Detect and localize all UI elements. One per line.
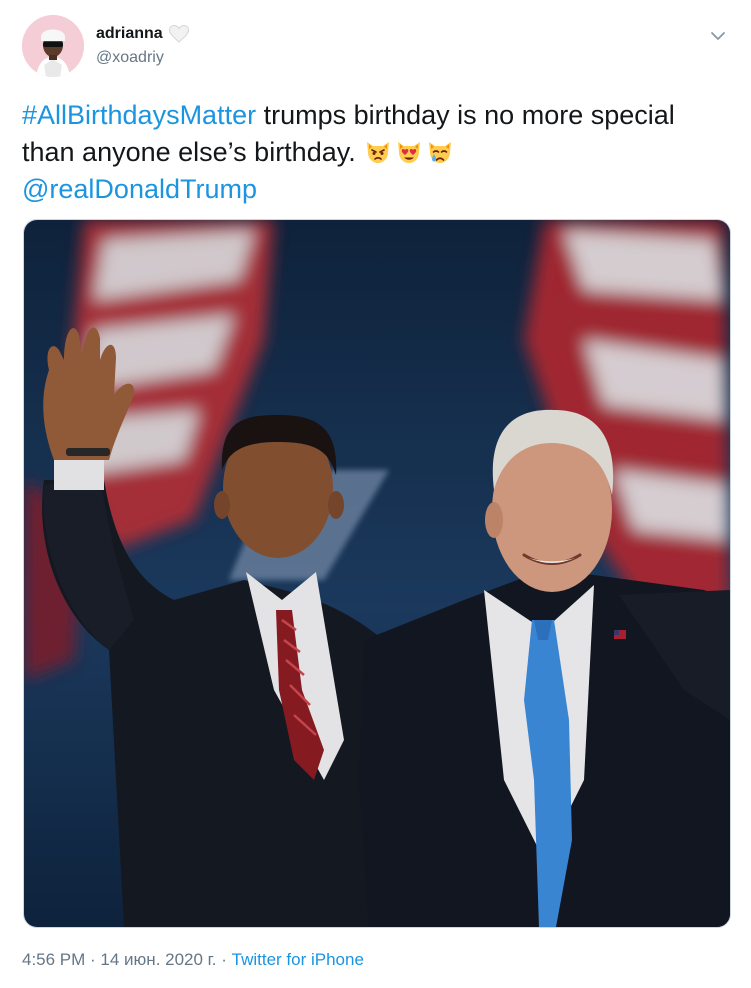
avatar[interactable] xyxy=(22,15,84,77)
hashtag-link[interactable]: #AllBirthdaysMatter xyxy=(22,100,256,130)
footer-separator: · xyxy=(216,950,232,969)
tweet-photo[interactable] xyxy=(23,219,731,928)
crying-cat-icon xyxy=(425,136,455,166)
tweet-text: #AllBirthdaysMatter trumps birthday is n… xyxy=(22,97,728,208)
pouting-cat-icon xyxy=(363,136,393,166)
avatar-image xyxy=(22,15,84,77)
display-name-row: adrianna xyxy=(96,23,189,45)
tweet-date[interactable]: 14 июн. 2020 г. xyxy=(100,950,216,969)
footer-separator: · xyxy=(85,950,101,969)
tweet-header: adrianna @xoadriy xyxy=(22,15,731,83)
heart-eyes-cat-icon xyxy=(394,136,424,166)
tweet-time[interactable]: 4:56 PM xyxy=(22,950,85,969)
user-handle[interactable]: @xoadriy xyxy=(96,49,189,67)
white-heart-icon xyxy=(168,24,189,43)
user-names: adrianna @xoadriy xyxy=(96,23,189,67)
source-link[interactable]: Twitter for iPhone xyxy=(232,950,364,969)
display-name[interactable]: adrianna xyxy=(96,25,163,43)
chevron-down-icon[interactable] xyxy=(707,25,729,47)
mention-link[interactable]: @realDonaldTrump xyxy=(22,174,257,204)
photo-image xyxy=(24,220,730,927)
tweet-card: adrianna @xoadriy #AllBirthdaysMatter tr… xyxy=(0,0,751,988)
tweet-footer: 4:56 PM · 14 июн. 2020 г. · Twitter for … xyxy=(22,950,364,970)
